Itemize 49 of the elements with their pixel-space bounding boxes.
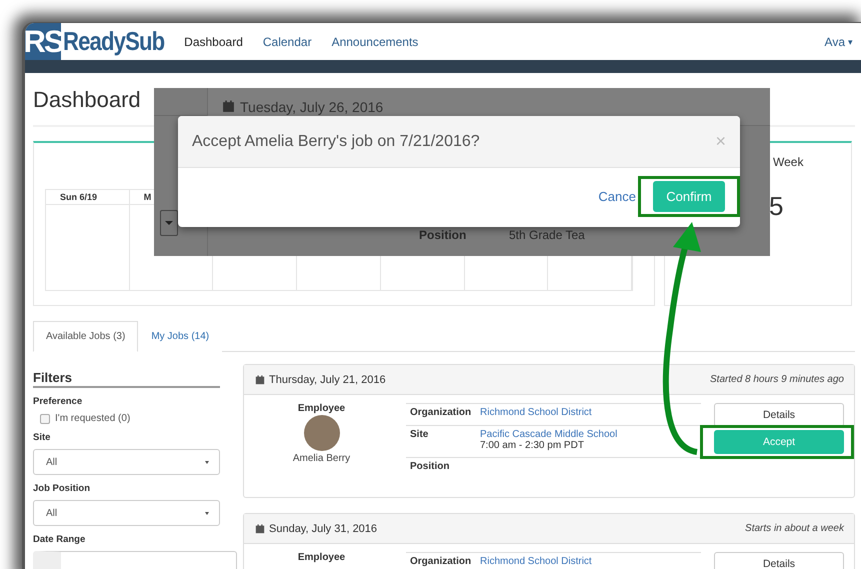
week-value: 5	[769, 191, 784, 222]
filter-label: Date Range	[33, 534, 86, 545]
filters-heading: Filters	[33, 370, 220, 388]
dialog-title: Accept Amelia Berry's job on 7/21/2016?	[192, 132, 480, 150]
filter-label: Site	[33, 432, 52, 443]
nav-link[interactable]: Announcements	[332, 34, 418, 48]
detail-link[interactable]: Richmond School District	[480, 407, 592, 418]
checkbox[interactable]	[40, 414, 50, 424]
calendar-icon	[222, 100, 235, 113]
logo-text: ReadySub	[63, 26, 164, 57]
detail-link[interactable]: Richmond School District	[480, 556, 592, 567]
details-button[interactable]: Details	[714, 552, 844, 569]
job-date: Sunday, July 31, 2016	[269, 522, 378, 534]
filter-label: Job Position	[33, 483, 91, 494]
page-title: Dashboard	[33, 87, 141, 114]
job-timing: Starts in about a week	[745, 523, 844, 534]
avatar-placeholder	[304, 415, 340, 451]
select-field[interactable]: All	[33, 500, 220, 526]
detail-label: Organization	[410, 556, 472, 568]
nav-link[interactable]: Dashboard	[184, 34, 243, 48]
logo-mark: RS	[25, 23, 61, 60]
employee-label: Employee	[298, 552, 346, 563]
job-timing: Started 8 hours 9 minutes ago	[710, 374, 844, 385]
nav-link[interactable]: Calendar	[262, 34, 312, 48]
detail-label: Organization	[410, 407, 472, 419]
calendar-icon	[255, 374, 265, 384]
caret-icon	[205, 512, 209, 514]
select-field[interactable]: All	[33, 449, 220, 475]
backdrop-value: 5th Grade Tea	[509, 228, 585, 242]
user-menu[interactable]: Ava ▾	[824, 34, 853, 48]
calendar-header: Sun 6/19	[46, 190, 130, 205]
caret-icon	[205, 460, 209, 464]
cancel-link[interactable]: Cance	[598, 184, 636, 208]
detail-link[interactable]: Pacific Cascade Middle School	[480, 429, 618, 440]
detail-time: 7:00 am - 2:30 pm PDT	[480, 440, 585, 451]
calendar-icon	[255, 524, 265, 534]
employee-name: Amelia Berry	[292, 453, 350, 464]
checkbox-label: I'm requested (0)	[55, 413, 130, 424]
backdrop-label: Position	[419, 228, 468, 242]
employee-label: Employee	[298, 403, 346, 414]
week-label: Week	[773, 155, 804, 169]
dropdown-toggle[interactable]	[160, 210, 178, 236]
details-button[interactable]: Details	[714, 403, 844, 427]
backdrop-date: Tuesday, July 26, 2016	[240, 98, 384, 114]
tab[interactable]: Available Jobs (3)	[33, 321, 138, 352]
detail-label: Position	[410, 461, 450, 473]
job-date: Thursday, July 21, 2016	[269, 374, 386, 386]
detail-label: Site	[410, 429, 430, 442]
filter-label: Preference	[33, 396, 84, 407]
